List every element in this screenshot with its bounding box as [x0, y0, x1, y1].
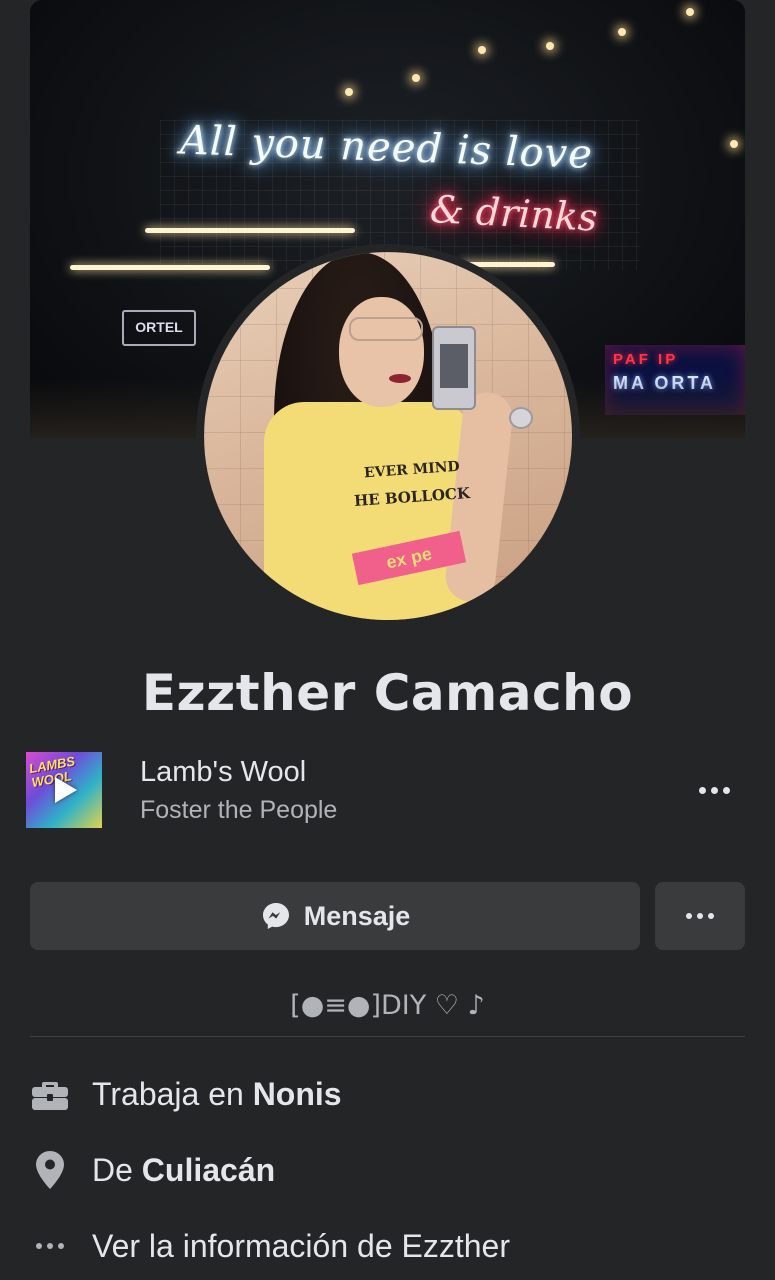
hometown-link[interactable]: Culiacán [142, 1152, 275, 1188]
cover-light-tube [145, 228, 355, 233]
profile-page: All you need is love & drinks ORTEL PAF … [0, 0, 775, 1280]
cover-light [730, 140, 738, 148]
avatar-glasses [349, 317, 423, 341]
info-work-text: Trabaja en Nonis [92, 1075, 342, 1112]
see-info-text: Ver la información de Ezzther [92, 1227, 510, 1264]
message-button[interactable]: Mensaje [30, 882, 640, 950]
avatar-door-handle [509, 407, 533, 429]
avatar-shirt [264, 402, 474, 620]
avatar-face [339, 297, 424, 407]
divider [30, 1036, 745, 1037]
cover-light [618, 28, 626, 36]
cover-sign-red-text: PAF IP [613, 351, 679, 368]
profile-bio: [●≡●]DIY ♡ ♪ [290, 990, 485, 1021]
music-more-button[interactable] [688, 772, 740, 808]
cover-light [478, 46, 486, 54]
album-art[interactable]: LAMBS WOOL [26, 752, 102, 828]
cover-light [546, 42, 554, 50]
message-button-label: Mensaje [303, 900, 411, 931]
workplace-link[interactable]: Nonis [253, 1076, 342, 1112]
briefcase-icon [30, 1074, 70, 1114]
avatar-phone [432, 326, 476, 410]
avatar[interactable]: EVER MIND HE BOLLOCK ex pe [204, 252, 572, 620]
cover-sign: ORTEL [122, 310, 196, 346]
profile-more-button[interactable] [655, 882, 745, 950]
play-icon[interactable] [55, 777, 77, 803]
messenger-icon [262, 903, 289, 929]
info-work[interactable]: Trabaja en Nonis [30, 1070, 745, 1118]
cover-light [412, 74, 420, 82]
info-from-text: De Culiacán [92, 1151, 276, 1188]
more-dots-icon [698, 786, 730, 794]
info-see-more[interactable]: Ver la información de Ezzther [30, 1222, 745, 1270]
cover-light [686, 8, 694, 16]
more-dots-icon [30, 1226, 70, 1266]
info-from[interactable]: De Culiacán [30, 1146, 745, 1194]
song-title[interactable]: Lamb's Wool [140, 756, 306, 789]
profile-name: Ezzther Camacho [141, 664, 634, 722]
more-dots-icon [686, 913, 714, 919]
song-artist[interactable]: Foster the People [140, 796, 337, 825]
avatar-lips [389, 374, 411, 383]
cover-light [345, 88, 353, 96]
location-pin-icon [30, 1150, 70, 1190]
